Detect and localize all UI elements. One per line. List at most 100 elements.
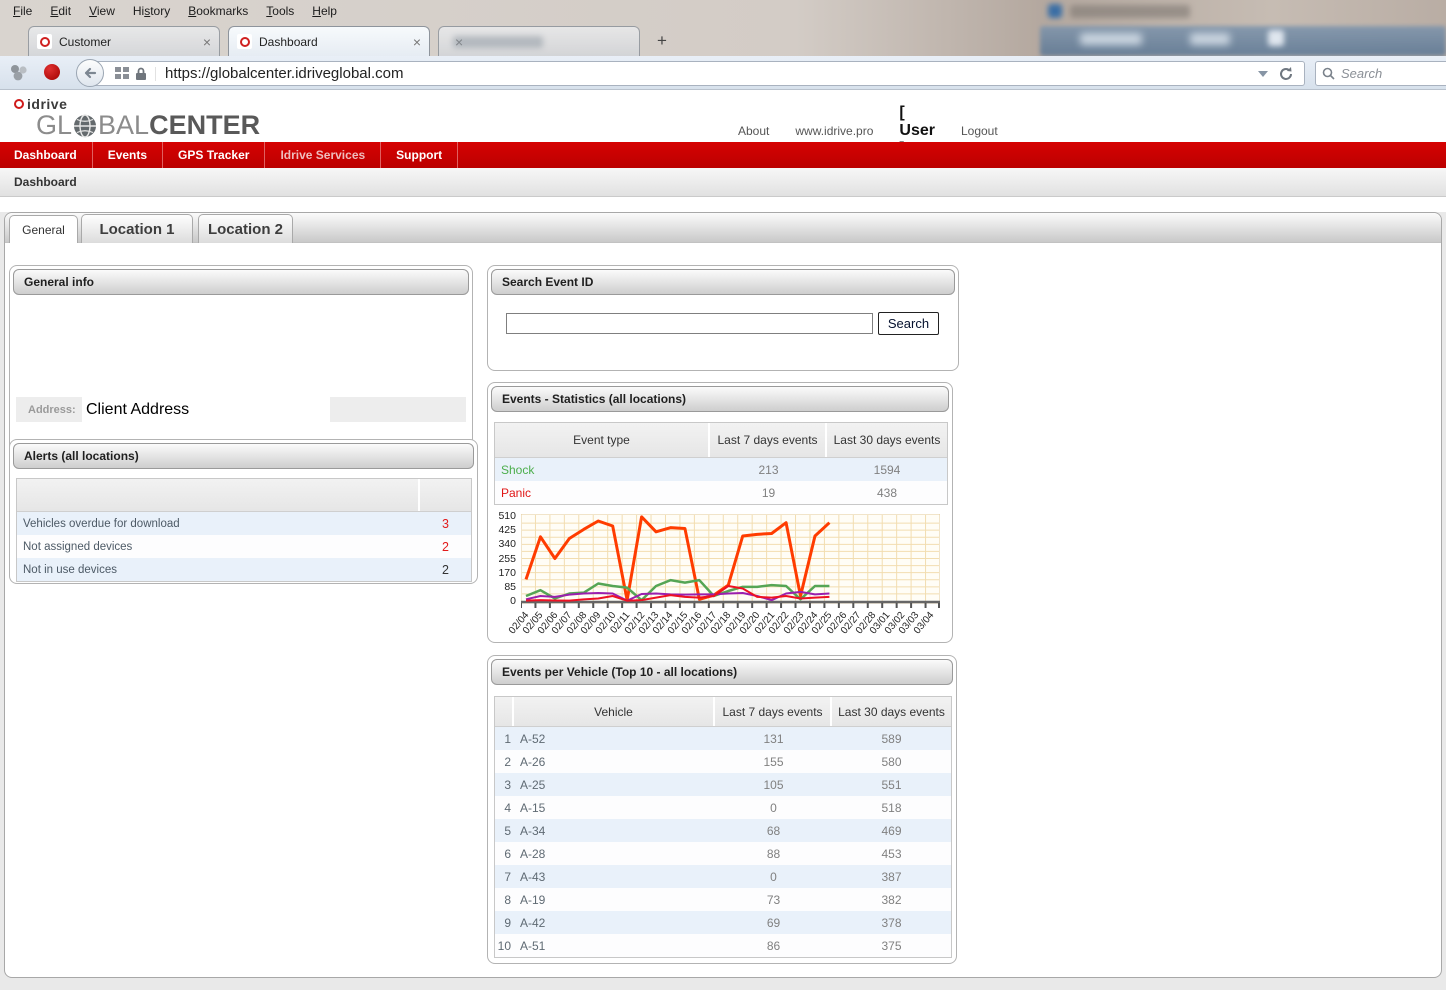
url-input[interactable] [156,65,1258,82]
vehicle-last30: 387 [832,865,951,888]
back-arrow-icon [82,65,98,81]
y-axis-label: 170 [490,567,516,579]
breadcrumb: Dashboard [0,175,77,189]
alert-value: 2 [420,535,471,558]
idrive-pro-link[interactable]: www.idrive.pro [795,124,873,138]
extension-paw-icon[interactable] [8,62,30,84]
events-per-vehicle-table: Vehicle Last 7 days events Last 30 days … [494,696,952,958]
alerts-title: Alerts (all locations) [13,443,474,469]
vehicle-name: A-26 [514,750,715,773]
address-label: Address: [16,404,82,416]
vehicle-rank: 10 [495,934,514,957]
globe-icon [73,114,97,138]
vehicle-last7: 68 [715,819,832,842]
breadcrumb-bar: Dashboard [0,168,1446,197]
vehicle-last7: 155 [715,750,832,773]
tab-close-icon[interactable]: × [203,35,211,49]
menu-file[interactable]: File [6,2,39,20]
alerts-table-header [17,479,471,512]
browser-tab-dashboard[interactable]: Dashboard× [228,26,430,56]
logo: idrive GL BAL CENTER [14,96,260,141]
site-identity-chip[interactable] [115,67,156,81]
vehicle-name: A-28 [514,842,715,865]
menu-help[interactable]: Help [305,2,344,20]
vehicle-row: 3A-25105551 [495,773,951,796]
vehicle-row: 6A-2888453 [495,842,951,865]
vehicle-row: 4A-150518 [495,796,951,819]
browser-search-input[interactable] [1341,66,1431,81]
vehicle-last30: 378 [832,911,951,934]
record-indicator-icon[interactable] [44,64,60,80]
tab-title: Customer [59,35,195,49]
location-tabstrip: GeneralLocation 1Location 2 [5,213,1441,243]
menu-tools[interactable]: Tools [259,2,301,20]
search-event-title: Search Event ID [491,269,955,295]
nav-item-dashboard[interactable]: Dashboard [0,142,93,168]
lock-icon [135,67,147,81]
vehicle-name: A-34 [514,819,715,842]
browser-search-box[interactable] [1315,61,1446,86]
vehicle-rank: 1 [495,727,514,750]
vehicle-name: A-42 [514,911,715,934]
url-dropdown-icon[interactable] [1258,71,1268,77]
site-header: idrive GL BAL CENTER About www.idrive.pr… [0,90,1446,142]
search-event-panel: Search Event ID Search [487,265,959,371]
vehicle-last30: 375 [832,934,951,957]
nav-item-gps-tracker[interactable]: GPS Tracker [163,142,265,168]
address-value: Client Address [82,401,189,419]
vehicle-last30: 589 [832,727,951,750]
y-axis-label: 255 [490,553,516,565]
back-button[interactable] [76,59,104,87]
vehicle-last7: 88 [715,842,832,865]
vehicle-row: 8A-1973382 [495,888,951,911]
site-tiles-icon [115,67,129,80]
events-per-vehicle-header: Vehicle Last 7 days events Last 30 days … [495,697,951,727]
search-icon [1322,67,1335,80]
alerts-panel: Alerts (all locations) Vehicles overdue … [9,439,478,584]
menu-edit[interactable]: Edit [43,2,78,20]
browser-tab-customer[interactable]: Customer × [28,26,220,56]
about-link[interactable]: About [738,124,769,138]
browser-tab-blurred[interactable]: × [438,26,640,56]
tab-general[interactable]: General [9,215,78,243]
events-per-vehicle-panel: Events per Vehicle (Top 10 - all locatio… [487,655,957,964]
browser-menubar: FileEditViewHistoryBookmarksToolsHelp [6,2,344,20]
y-axis-label: 0 [490,595,516,607]
blurred-tab-title [453,36,543,48]
menu-bookmarks[interactable]: Bookmarks [181,2,255,20]
menu-history[interactable]: History [126,2,177,20]
blurred-background-window-text [1080,33,1142,45]
nav-item-idrive-services[interactable]: Idrive Services [265,142,381,168]
vehicle-rank: 6 [495,842,514,865]
vehicle-name: A-43 [514,865,715,888]
menu-view[interactable]: View [82,2,122,20]
nav-item-events[interactable]: Events [93,142,163,168]
alert-label: Not in use devices [17,558,420,581]
column-vehicle-last7: Last 7 days events [715,697,832,726]
event-id-input[interactable] [506,313,873,334]
y-axis-label: 425 [490,524,516,536]
vehicle-last30: 382 [832,888,951,911]
blurred-background-window-icon [1048,4,1062,18]
vehicle-row: 7A-430387 [495,865,951,888]
vehicle-last30: 580 [832,750,951,773]
logo-gl-text: GL [36,110,72,141]
address-bar[interactable] [92,61,1305,86]
general-info-title: General info [13,269,469,295]
reload-icon[interactable] [1278,66,1294,82]
y-axis-label: 340 [490,538,516,550]
vehicle-rank: 9 [495,911,514,934]
tab-location-1[interactable]: Location 1 [81,214,193,243]
browser-chrome: FileEditViewHistoryBookmarksToolsHelp + … [0,0,1446,56]
nav-item-support[interactable]: Support [381,142,458,168]
tab-location-2[interactable]: Location 2 [198,214,293,243]
new-tab-button[interactable]: + [650,30,674,52]
vehicle-rank: 8 [495,888,514,911]
tab-close-icon[interactable]: × [413,35,421,49]
main-navigation: DashboardEventsGPS TrackerIdrive Service… [0,142,1446,168]
logout-link[interactable]: Logout [961,124,998,138]
vehicle-name: A-19 [514,888,715,911]
event-search-button[interactable]: Search [878,312,939,335]
vehicle-rank: 7 [495,865,514,888]
blurred-background-window-title [1070,5,1190,18]
